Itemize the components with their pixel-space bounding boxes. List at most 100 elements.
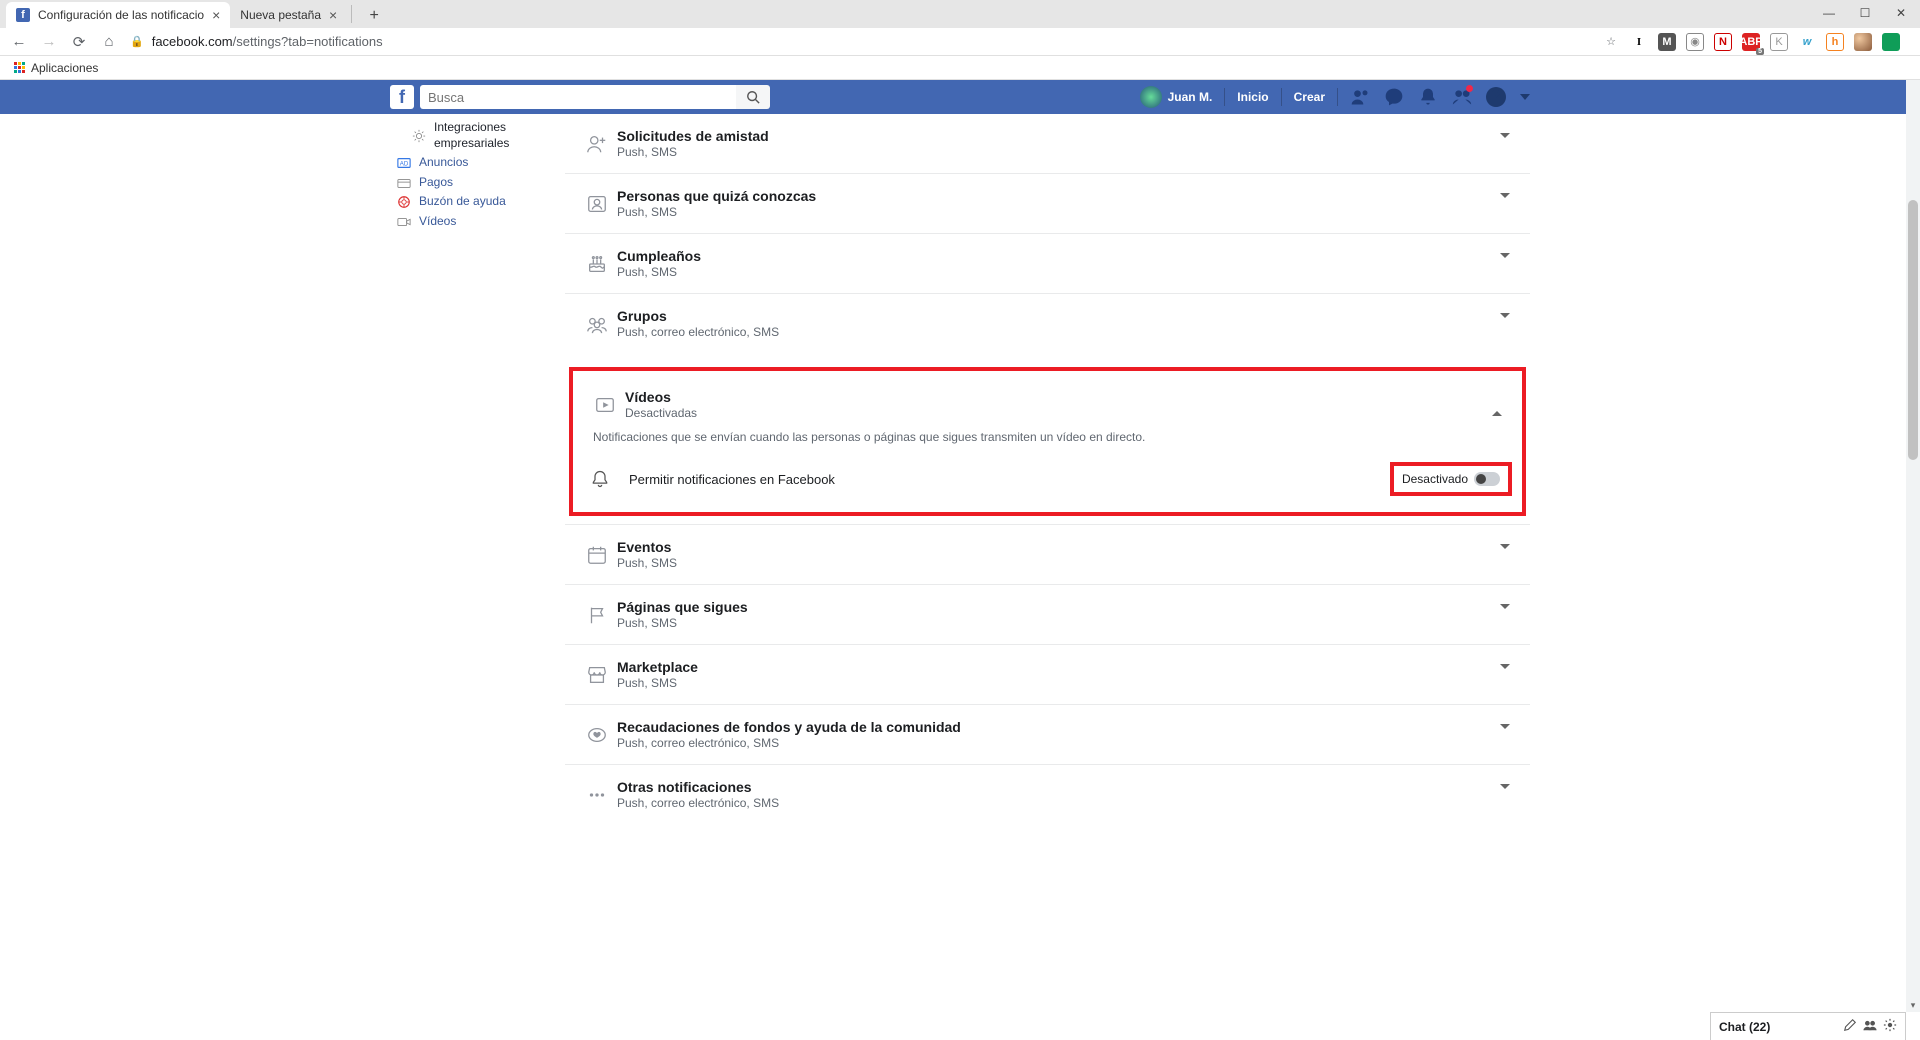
chat-dock[interactable]: Chat (22) (1710, 1012, 1906, 1040)
sidebar-item-label: Pagos (419, 175, 453, 191)
row-subtitle: Push, SMS (617, 145, 1500, 159)
tab-close-button[interactable]: × (329, 7, 337, 23)
extension-m-icon[interactable]: M (1658, 33, 1676, 51)
chevron-down-icon (1500, 669, 1510, 681)
video-icon (396, 214, 411, 229)
extension-w-icon[interactable]: w (1798, 33, 1816, 51)
chat-settings-icon[interactable] (1883, 1018, 1897, 1035)
tab-close-button[interactable]: × (212, 7, 220, 23)
extension-adblock-icon[interactable]: ABP (1742, 33, 1760, 51)
url-box[interactable]: 🔒 facebook.com/settings?tab=notification… (130, 34, 1590, 49)
sidebar-item-support-inbox[interactable]: Buzón de ayuda (390, 192, 565, 212)
chat-dock-label: Chat (22) (1719, 1020, 1837, 1034)
groups-icon (577, 313, 617, 335)
page-scrollbar-track[interactable] (1906, 80, 1920, 1012)
chat-compose-icon[interactable] (1843, 1018, 1857, 1035)
nav-separator (1337, 88, 1338, 106)
extension-instapaper-icon[interactable]: I (1630, 33, 1648, 51)
chevron-down-icon (1500, 198, 1510, 210)
row-title: Solicitudes de amistad (617, 128, 1500, 144)
row-subtitle: Push, correo electrónico, SMS (617, 796, 1500, 810)
help-question-icon[interactable]: ? (1486, 87, 1506, 107)
profile-avatar-icon[interactable] (1854, 33, 1872, 51)
lifebuoy-icon (396, 195, 411, 210)
bookmarks-bar: Aplicaciones (0, 56, 1920, 80)
nav-reload-button[interactable]: ⟳ (70, 33, 88, 51)
row-title: Recaudaciones de fondos y ayuda de la co… (617, 719, 1500, 735)
bookmarks-apps-label[interactable]: Aplicaciones (31, 61, 98, 75)
apps-grid-icon[interactable] (14, 62, 25, 73)
fb-logo[interactable]: f (390, 85, 414, 109)
permit-label: Permitir notificaciones en Facebook (629, 472, 1376, 487)
nav-home-button[interactable]: ⌂ (100, 33, 118, 50)
highlighted-toggle-box: Desactivado (1390, 462, 1512, 496)
sidebar-item-integrations[interactable]: Integraciones empresariales (390, 118, 565, 153)
setting-row-videos[interactable]: Vídeos Desactivadas (573, 371, 1522, 426)
row-title: Eventos (617, 539, 1500, 555)
setting-row-people-you-may-know[interactable]: Personas que quizá conozcas Push, SMS (565, 173, 1530, 233)
svg-text:AD: AD (399, 161, 408, 168)
friend-requests-icon[interactable] (1350, 87, 1370, 107)
account-menu-caret[interactable] (1520, 94, 1530, 100)
notifications-icon[interactable] (1418, 87, 1438, 107)
nav-home-link[interactable]: Inicio (1237, 90, 1268, 104)
row-subtitle: Push, correo electrónico, SMS (617, 736, 1500, 750)
fb-header: f Juan M. Inicio Crear ? (0, 80, 1920, 114)
chat-people-icon[interactable] (1863, 1018, 1877, 1035)
bookmark-star-icon[interactable]: ☆ (1602, 33, 1620, 51)
fb-search-button[interactable] (736, 85, 770, 109)
extension-globe-icon[interactable]: ◉ (1686, 33, 1704, 51)
fb-search-input[interactable] (420, 85, 736, 109)
fb-nav: Juan M. Inicio Crear ? (1140, 86, 1530, 108)
setting-row-friend-requests[interactable]: Solicitudes de amistad Push, SMS (565, 114, 1530, 173)
page-content: Integraciones empresariales AD Anuncios … (390, 114, 1530, 824)
notification-badge (1466, 85, 1473, 92)
setting-row-pages-you-follow[interactable]: Páginas que sigues Push, SMS (565, 584, 1530, 644)
bell-icon (585, 469, 615, 489)
page-scrollbar-thumb[interactable] (1908, 200, 1918, 460)
window-close-button[interactable]: ✕ (1888, 2, 1914, 24)
videos-permit-row: Permitir notificaciones en Facebook Desa… (573, 454, 1522, 506)
window-minimize-button[interactable]: — (1816, 2, 1842, 24)
sidebar-item-payments[interactable]: Pagos (390, 173, 565, 193)
fb-user-link[interactable]: Juan M. (1140, 86, 1213, 108)
chevron-down-icon (1500, 609, 1510, 621)
lock-icon: 🔒 (130, 35, 144, 48)
settings-sidebar: Integraciones empresariales AD Anuncios … (390, 114, 565, 824)
extension-green-dot-icon[interactable] (1882, 33, 1900, 51)
browser-tab[interactable]: Nueva pestaña × (230, 2, 347, 28)
page-scrollbar-down-arrow[interactable]: ▾ (1906, 998, 1920, 1012)
extension-h-icon[interactable]: h (1826, 33, 1844, 51)
window-maximize-button[interactable]: ☐ (1852, 2, 1878, 24)
extension-icons: ☆ I M ◉ N ABP K w h (1602, 33, 1910, 51)
row-subtitle: Push, SMS (617, 676, 1500, 690)
new-tab-button[interactable]: + (362, 4, 386, 28)
messenger-icon[interactable] (1384, 87, 1404, 107)
extension-k-icon[interactable]: K (1770, 33, 1788, 51)
setting-row-marketplace[interactable]: Marketplace Push, SMS (565, 644, 1530, 704)
person-card-icon (577, 193, 617, 215)
setting-row-events[interactable]: Eventos Push, SMS (565, 524, 1530, 584)
row-title: Grupos (617, 308, 1500, 324)
sidebar-item-videos[interactable]: Vídeos (390, 212, 565, 232)
chevron-down-icon (1500, 138, 1510, 150)
chevron-down-icon (1500, 549, 1510, 561)
calendar-icon (577, 544, 617, 566)
nav-create-link[interactable]: Crear (1294, 90, 1325, 104)
extension-n-icon[interactable]: N (1714, 33, 1732, 51)
setting-row-birthdays[interactable]: Cumpleaños Push, SMS (565, 233, 1530, 293)
notifications-toggle[interactable] (1474, 472, 1500, 486)
nav-back-button[interactable]: ← (10, 33, 28, 50)
tab-separator (351, 5, 352, 23)
setting-row-other-notifications[interactable]: Otras notificaciones Push, correo electr… (565, 764, 1530, 824)
setting-row-fundraisers[interactable]: Recaudaciones de fondos y ayuda de la co… (565, 704, 1530, 764)
card-icon (396, 175, 411, 190)
sidebar-item-label: Integraciones empresariales (434, 120, 559, 151)
quick-help-icon[interactable] (1452, 87, 1472, 107)
sidebar-item-ads[interactable]: AD Anuncios (390, 153, 565, 173)
highlighted-videos-section: Vídeos Desactivadas Notificaciones que s… (569, 367, 1526, 516)
browser-tab-active[interactable]: f Configuración de las notificacio × (6, 2, 230, 28)
nav-forward-button[interactable]: → (40, 33, 58, 50)
sidebar-item-label: Buzón de ayuda (419, 194, 506, 210)
setting-row-groups[interactable]: Grupos Push, correo electrónico, SMS (565, 293, 1530, 353)
